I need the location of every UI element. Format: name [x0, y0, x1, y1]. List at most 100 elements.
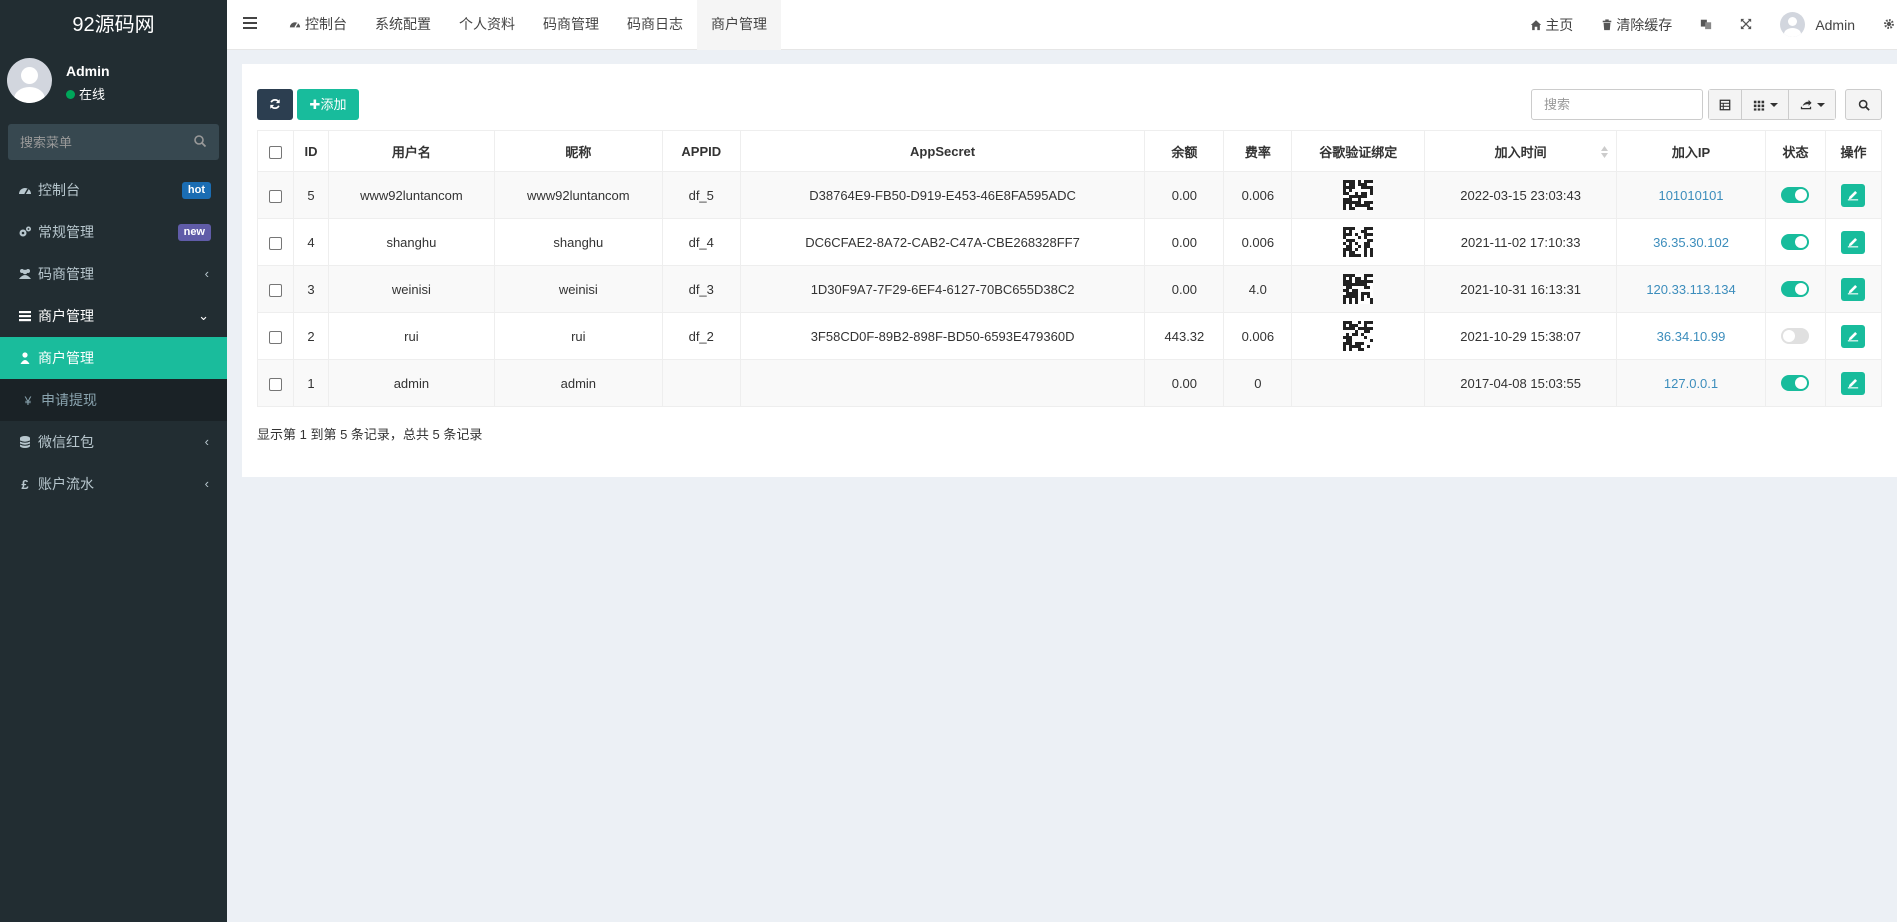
language-button[interactable]	[1686, 0, 1726, 50]
table-row[interactable]: 4 shanghu shanghu df_4 DC6CFAE2-8A72-CAB2-C4…	[257, 218, 1883, 266]
tab-profile[interactable]: 个人资料	[445, 0, 529, 50]
tab-dashboard[interactable]: 控制台	[275, 0, 361, 50]
col-header-appid[interactable]: APPID	[661, 130, 741, 172]
col-header-join-time[interactable]: 加入时间	[1424, 130, 1618, 172]
table-row[interactable]: 3 weinisi weinisi df_3 1D30F9A7-7F29-6EF4-61…	[257, 265, 1883, 313]
cell-google-auth	[1291, 218, 1426, 266]
admin-menu[interactable]: Admin	[1766, 0, 1869, 50]
cell-status	[1764, 359, 1826, 407]
fullscreen-button[interactable]	[1726, 0, 1766, 50]
status-toggle[interactable]	[1781, 187, 1810, 204]
ip-link[interactable]: 120.33.113.134	[1646, 282, 1735, 297]
export-button[interactable]	[1789, 90, 1835, 119]
new-badge: new	[177, 224, 211, 241]
home-link[interactable]: 主页	[1516, 0, 1587, 50]
cell-username: admin	[327, 359, 495, 407]
edit-button[interactable]	[1841, 277, 1866, 301]
row-checkbox[interactable]	[268, 189, 282, 203]
add-button[interactable]: ✚添加	[297, 89, 359, 120]
brand-logo[interactable]: 92源码网	[0, 0, 227, 50]
edit-button[interactable]	[1841, 324, 1866, 348]
edit-button[interactable]	[1841, 371, 1866, 395]
edit-button[interactable]	[1841, 230, 1866, 254]
col-header-nickname[interactable]: 昵称	[493, 130, 663, 172]
clear-cache-link[interactable]: 清除缓存	[1587, 0, 1686, 50]
cell-username: www92luntancom	[327, 171, 495, 219]
cell-id: 5	[292, 171, 329, 219]
table-header-row: ID 用户名 昵称 APPID AppSecret 余额 费率 谷歌验证绑定 加…	[257, 130, 1883, 172]
status-toggle[interactable]	[1781, 281, 1810, 298]
sidebar-item-general[interactable]: 常规管理 new	[0, 211, 227, 253]
col-header-appsecret[interactable]: AppSecret	[739, 130, 1146, 172]
search-button[interactable]	[1845, 89, 1882, 120]
refresh-button[interactable]	[257, 89, 293, 120]
edit-button[interactable]	[1841, 183, 1866, 207]
select-all-checkbox[interactable]	[268, 145, 282, 159]
cell-actions	[1824, 312, 1883, 360]
row-checkbox[interactable]	[268, 283, 282, 297]
cell-username: rui	[327, 312, 495, 360]
cell-join-ip: 36.34.10.99	[1616, 312, 1766, 360]
cell-status	[1764, 171, 1826, 219]
pagination-summary: 显示第 1 到第 5 条记录，总共 5 条记录	[257, 427, 483, 442]
col-header-id[interactable]: ID	[292, 130, 329, 172]
search-icon[interactable]	[193, 134, 207, 148]
columns-button[interactable]	[1742, 90, 1789, 119]
col-header-username[interactable]: 用户名	[327, 130, 495, 172]
sidebar-item-withdraw[interactable]: ¥ 申请提现	[0, 379, 227, 421]
pencil-icon	[1848, 284, 1859, 294]
topbar-actions: 主页 清除缓存 Admin	[1516, 0, 1897, 50]
qrcode-icon[interactable]	[1343, 274, 1374, 304]
cell-actions	[1824, 359, 1883, 407]
col-header-balance[interactable]: 余额	[1144, 130, 1225, 172]
row-checkbox[interactable]	[268, 236, 282, 250]
status-toggle[interactable]	[1781, 375, 1810, 392]
col-header-join-ip[interactable]: 加入IP	[1616, 130, 1766, 172]
avatar	[7, 58, 52, 103]
cell-actions	[1824, 171, 1883, 219]
sidebar-item-account-flow[interactable]: £ 账户流水 ‹	[0, 463, 227, 505]
sidebar-item-merchant[interactable]: 商户管理	[0, 337, 227, 379]
grid-icon	[1753, 100, 1765, 111]
sidebar-item-merchant-group[interactable]: 商户管理 ⌄	[0, 295, 227, 337]
sidebar-item-dashboard[interactable]: 控制台 hot	[0, 169, 227, 211]
toggle-view-button[interactable]	[1709, 90, 1742, 119]
pencil-icon	[1848, 378, 1859, 388]
ip-link[interactable]: 127.0.0.1	[1664, 376, 1718, 391]
cell-appid: df_3	[661, 265, 741, 313]
sidebar-item-wechat-redpack[interactable]: 微信红包 ‹	[0, 421, 227, 463]
cell-appid: df_4	[661, 218, 741, 266]
row-select-cell	[257, 171, 294, 219]
tab-code-merchant[interactable]: 码商管理	[529, 0, 613, 50]
cell-nickname: admin	[493, 359, 663, 407]
settings-button[interactable]	[1869, 0, 1897, 50]
tab-system-config[interactable]: 系统配置	[361, 0, 445, 50]
ip-link[interactable]: 36.34.10.99	[1657, 329, 1726, 344]
row-checkbox[interactable]	[268, 377, 282, 391]
ip-link[interactable]: 36.35.30.102	[1653, 235, 1729, 250]
table-row[interactable]: 2 rui rui df_2 3F58CD0F-89B2-898F-BD50-6593E…	[257, 312, 1883, 360]
status-toggle[interactable]	[1781, 328, 1810, 345]
menu-search-input[interactable]	[8, 124, 219, 160]
col-header-google-auth[interactable]: 谷歌验证绑定	[1291, 130, 1426, 172]
table-row[interactable]: 1 admin admin 0.00 0 2017-04-08 15:03:55 127.0…	[257, 359, 1883, 407]
tab-code-merchant-log[interactable]: 码商日志	[613, 0, 697, 50]
export-icon	[1800, 99, 1812, 109]
row-checkbox[interactable]	[268, 330, 282, 344]
qrcode-icon[interactable]	[1343, 180, 1374, 210]
table-icon	[1719, 99, 1731, 110]
col-header-rate[interactable]: 费率	[1223, 130, 1293, 172]
table-search-input[interactable]	[1531, 89, 1703, 120]
sidebar-item-code-merchant[interactable]: 码商管理 ‹	[0, 253, 227, 295]
qrcode-icon[interactable]	[1343, 321, 1374, 351]
cell-rate: 0.006	[1223, 171, 1293, 219]
col-header-status[interactable]: 状态	[1764, 130, 1826, 172]
tab-merchant[interactable]: 商户管理	[697, 0, 781, 50]
ip-link[interactable]: 101010101	[1658, 188, 1723, 203]
cell-username: weinisi	[327, 265, 495, 313]
menu-toggle-icon[interactable]	[243, 17, 257, 31]
table-row[interactable]: 5 www92luntancom www92luntancom df_5 D38764E…	[257, 171, 1883, 219]
qrcode-icon[interactable]	[1343, 227, 1374, 257]
row-select-cell	[257, 359, 294, 407]
status-toggle[interactable]	[1781, 234, 1810, 251]
